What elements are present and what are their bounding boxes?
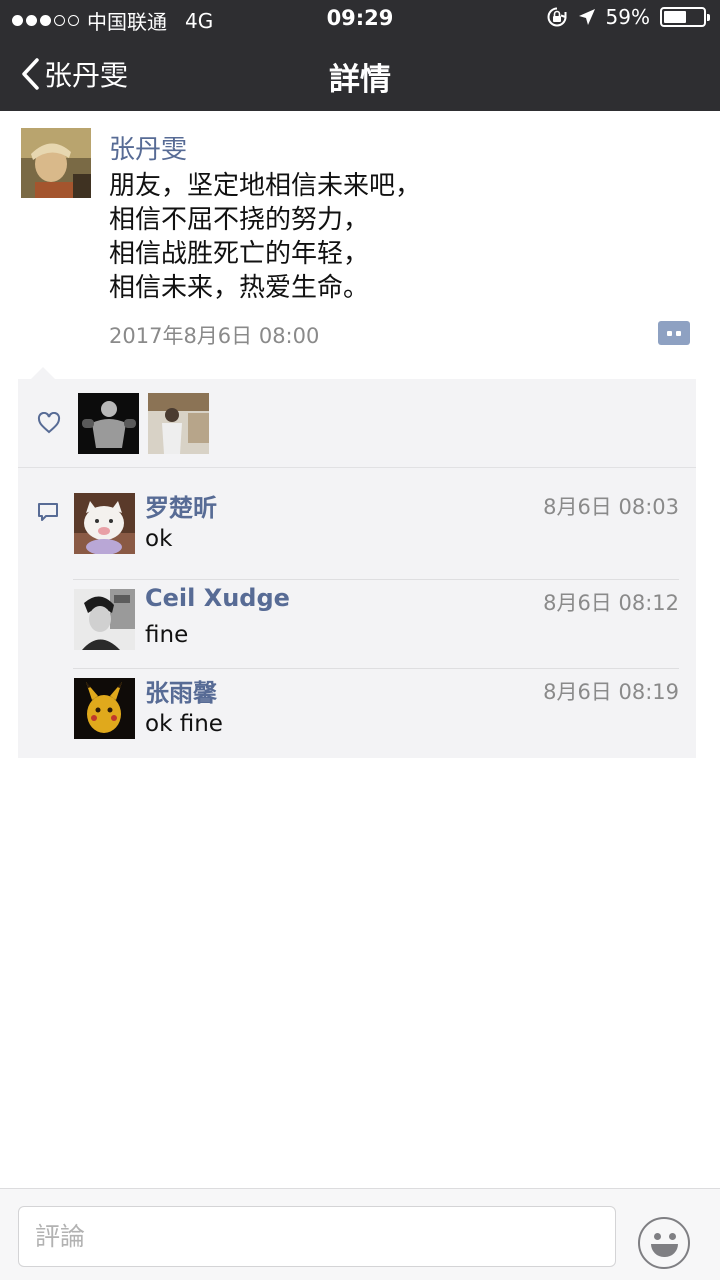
author-name[interactable]: 张丹雯 (109, 129, 187, 166)
location-arrow-icon (578, 9, 595, 25)
commenter-avatar[interactable] (74, 493, 135, 554)
status-right: 59% (546, 5, 710, 29)
chevron-left-icon (22, 58, 39, 90)
back-button[interactable]: 张丹雯 (20, 52, 128, 96)
commenter-avatar[interactable] (74, 589, 135, 650)
comment-item[interactable]: 罗楚昕 8月6日 08:03 ok (74, 493, 679, 555)
comment-input[interactable] (18, 1206, 616, 1267)
comment-bar (0, 1188, 720, 1280)
avatar-image (148, 393, 209, 454)
battery-percent: 59% (605, 5, 650, 29)
post-timestamp: 2017年8月6日 08:00 (109, 324, 320, 348)
emoji-button[interactable] (638, 1217, 690, 1269)
liker-avatar[interactable] (78, 393, 139, 454)
commenter-avatar[interactable] (74, 678, 135, 739)
feedback-panel: 罗楚昕 8月6日 08:03 ok Ceil Xudge 8月6日 08:12 … (18, 379, 696, 758)
action-dot (667, 330, 672, 336)
top-bar: 中国联通 4G 09:29 59% 张丹雯 詳情 (0, 0, 720, 111)
comment-text: ok (145, 526, 173, 552)
battery-nub (707, 14, 710, 21)
more-actions-button[interactable] (658, 321, 690, 345)
navigation-bar: 张丹雯 詳情 (0, 38, 720, 111)
comment-time: 8月6日 08:19 (543, 680, 679, 704)
comment-item[interactable]: Ceil Xudge 8月6日 08:12 fine (74, 584, 679, 651)
comment-bubble-icon (38, 503, 58, 521)
feedback-caret (31, 367, 55, 379)
post-text: 朋友，坚定地相信未来吧， 相信不屈不挠的努力， 相信战胜死亡的年轻， 相信未来，… (109, 171, 422, 303)
comment-time: 8月6日 08:12 (543, 591, 679, 615)
avatar-image (78, 393, 139, 454)
comment-divider (73, 668, 679, 669)
avatar-image (74, 589, 135, 650)
action-dot (676, 330, 681, 336)
heart-icon (37, 412, 61, 434)
battery-fill (664, 11, 687, 23)
smiley-eye (669, 1233, 676, 1240)
status-bar: 中国联通 4G 09:29 59% (0, 0, 720, 38)
comment-text: ok fine (145, 711, 223, 737)
avatar-image (74, 493, 135, 554)
commenter-name[interactable]: Ceil Xudge (145, 584, 290, 612)
back-button-label: 张丹雯 (44, 59, 129, 92)
comment-text: fine (145, 622, 189, 648)
battery-icon (660, 7, 710, 27)
smiley-mouth (651, 1244, 678, 1257)
comment-time: 8月6日 08:03 (543, 495, 679, 519)
avatar-image (74, 678, 135, 739)
author-avatar[interactable] (21, 128, 91, 198)
likes-row (18, 379, 696, 468)
comment-item[interactable]: 张雨馨 8月6日 08:19 ok fine (74, 678, 679, 740)
rotation-lock-icon (547, 7, 567, 27)
liker-avatar[interactable] (148, 393, 209, 454)
comment-divider (73, 579, 679, 580)
commenter-name[interactable]: 张雨馨 (145, 673, 217, 708)
smiley-eye (654, 1233, 661, 1240)
avatar-image (21, 128, 91, 198)
commenter-name[interactable]: 罗楚昕 (145, 488, 217, 523)
